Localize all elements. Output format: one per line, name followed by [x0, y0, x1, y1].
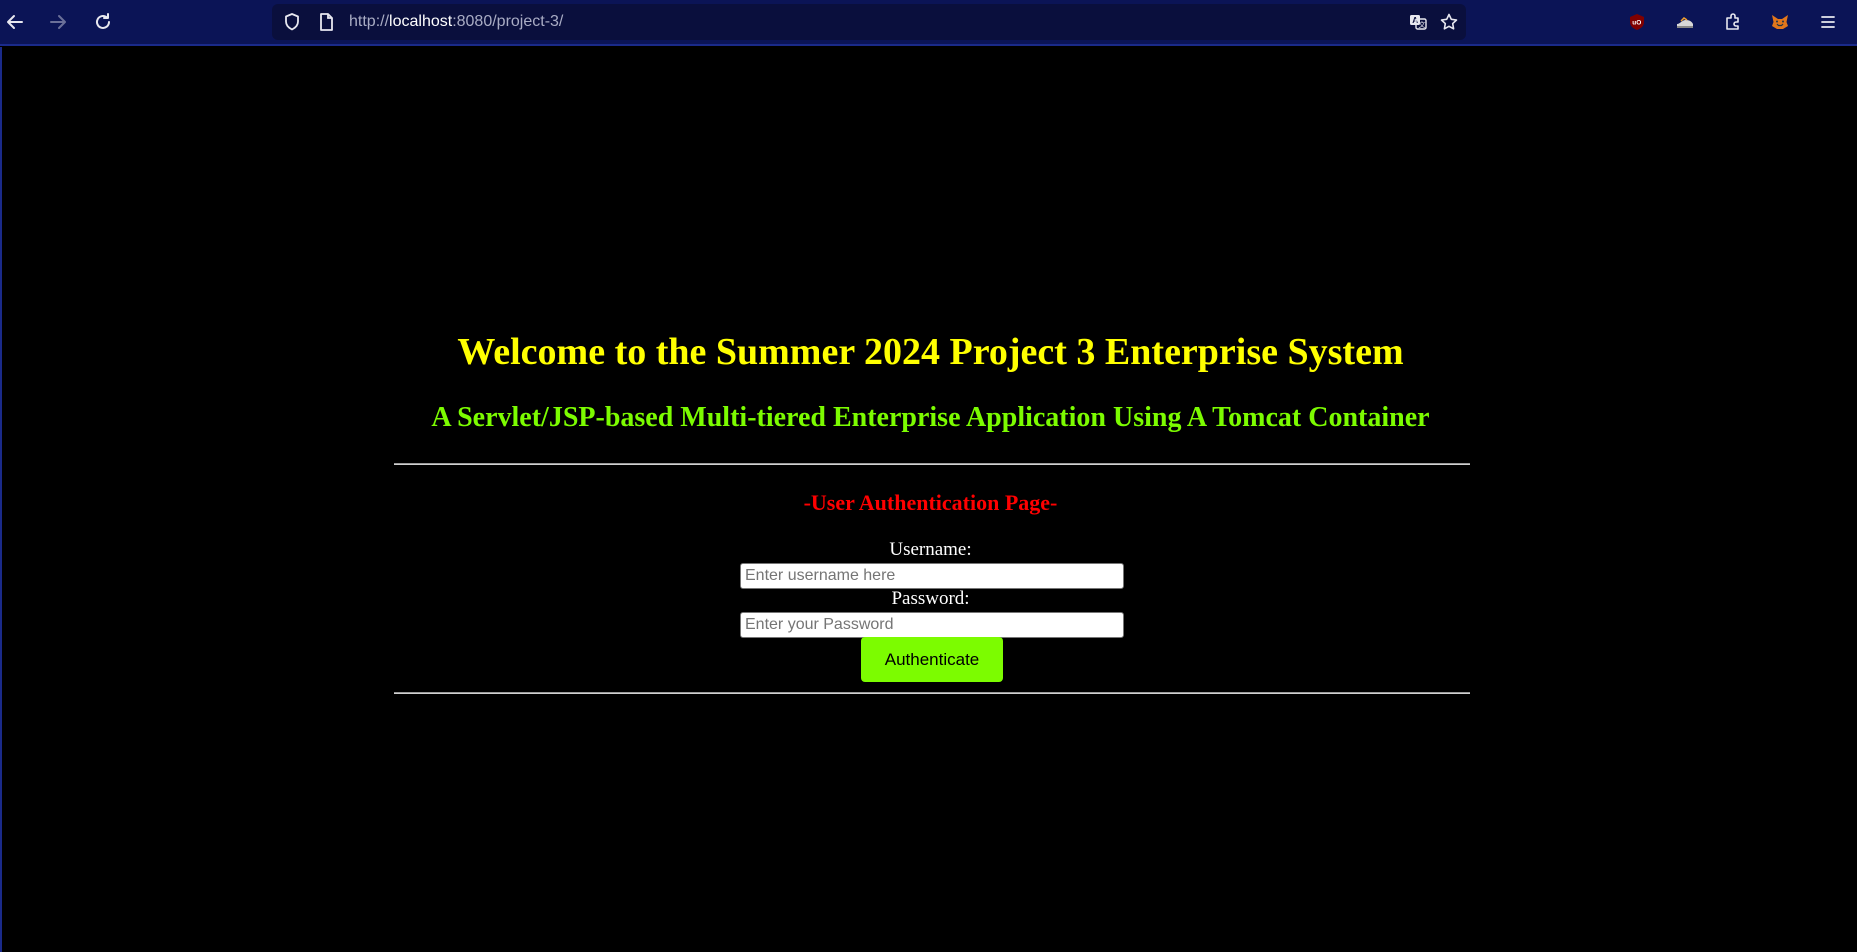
page-title: Welcome to the Summer 2024 Project 3 Ent…	[457, 331, 1404, 373]
star-icon[interactable]	[1434, 7, 1464, 37]
bottom-divider	[394, 692, 1470, 694]
ublock-icon[interactable]: uO	[1622, 7, 1652, 37]
auth-heading: -User Authentication Page-	[803, 490, 1058, 515]
svg-text:文: 文	[1419, 20, 1426, 29]
browser-toolbar: http://localhost:8080/project-3/ A文 uO	[0, 0, 1857, 46]
authenticate-button[interactable]: Authenticate	[861, 637, 1003, 682]
metamask-fox-icon[interactable]	[1765, 7, 1795, 37]
extension-sneakers-icon[interactable]	[1670, 7, 1700, 37]
puzzle-icon[interactable]	[1718, 7, 1748, 37]
password-label: Password:	[891, 588, 970, 609]
back-arrow-icon[interactable]	[0, 7, 30, 37]
forward-arrow-icon[interactable]	[43, 7, 73, 37]
reload-icon[interactable]	[88, 7, 118, 37]
url-bar[interactable]: http://localhost:8080/project-3/ A文	[272, 4, 1466, 40]
password-input[interactable]	[740, 612, 1124, 638]
url-prefix: http://	[349, 13, 390, 30]
translate-icon[interactable]: A文	[1403, 7, 1433, 37]
url-host: localhost	[389, 13, 453, 30]
username-input[interactable]	[740, 563, 1124, 589]
url-text[interactable]: http://localhost:8080/project-3/	[349, 13, 563, 31]
page-body: Welcome to the Summer 2024 Project 3 Ent…	[0, 47, 1857, 952]
username-label: Username:	[889, 539, 972, 560]
svg-text:uO: uO	[1632, 20, 1641, 27]
hamburger-menu-icon[interactable]	[1813, 7, 1843, 37]
page-icon[interactable]	[311, 7, 341, 37]
top-divider	[394, 463, 1470, 465]
page-subtitle: A Servlet/JSP-based Multi-tiered Enterpr…	[431, 402, 1430, 433]
url-rest: :8080/project-3/	[452, 13, 564, 30]
shield-icon[interactable]	[277, 7, 307, 37]
